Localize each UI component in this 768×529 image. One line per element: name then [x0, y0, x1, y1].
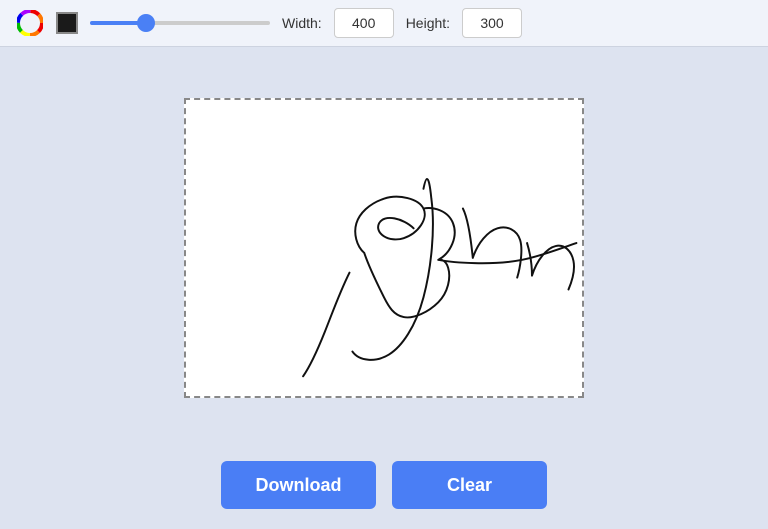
- width-input[interactable]: [334, 8, 394, 38]
- height-input[interactable]: [462, 8, 522, 38]
- download-button[interactable]: Download: [221, 461, 376, 509]
- width-label: Width:: [282, 15, 322, 31]
- stroke-slider-container: [90, 21, 270, 25]
- height-label: Height:: [406, 15, 450, 31]
- stroke-width-slider[interactable]: [90, 21, 270, 25]
- color-wheel-icon[interactable]: [16, 9, 44, 37]
- clear-button[interactable]: Clear: [392, 461, 547, 509]
- color-swatch-icon[interactable]: [56, 12, 78, 34]
- canvas-area: [0, 47, 768, 449]
- signature-svg: [186, 100, 582, 396]
- toolbar: Width: Height:: [0, 0, 768, 47]
- buttons-row: Download Clear: [221, 449, 547, 529]
- signature-canvas[interactable]: [184, 98, 584, 398]
